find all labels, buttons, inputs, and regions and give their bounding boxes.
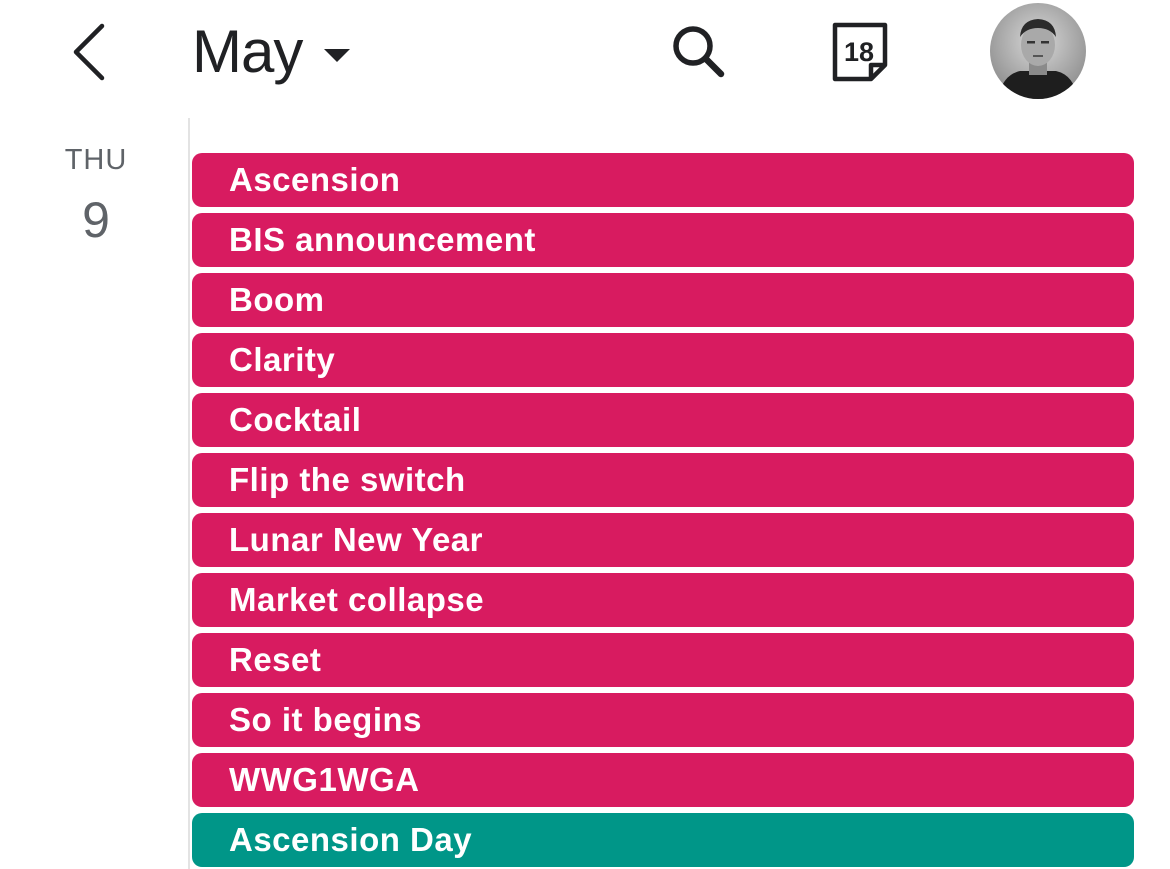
day-of-week: THU [64, 144, 128, 176]
event-chip[interactable]: WWG1WGA [192, 753, 1134, 807]
event-chip[interactable]: Boom [192, 273, 1134, 327]
event-chip[interactable]: So it begins [192, 693, 1134, 747]
calendar-screen: May 18 THU 9 Ascension BIS announcement … [0, 0, 1170, 869]
chevron-left-icon [73, 23, 105, 81]
event-chip[interactable]: Ascension Day [192, 813, 1134, 867]
calendar-today-icon: 18 [832, 22, 888, 82]
event-chip[interactable]: Flip the switch [192, 453, 1134, 507]
event-title: BIS announcement [229, 221, 536, 258]
caret-down-icon [324, 48, 351, 62]
event-title: So it begins [229, 701, 423, 738]
event-list: Ascension BIS announcement Boom Clarity … [192, 153, 1134, 869]
event-title: Ascension Day [229, 821, 473, 858]
app-header: May 18 [0, 0, 1170, 110]
back-button[interactable] [62, 18, 122, 86]
event-chip[interactable]: Ascension [192, 153, 1134, 207]
event-chip[interactable]: Cocktail [192, 393, 1134, 447]
user-avatar[interactable] [990, 3, 1086, 99]
month-selector[interactable]: May [192, 14, 351, 90]
jump-to-today-button[interactable]: 18 [826, 18, 894, 86]
search-icon [673, 26, 725, 78]
event-title: Ascension [229, 161, 401, 198]
event-chip[interactable]: Reset [192, 633, 1134, 687]
avatar-icon [990, 3, 1086, 99]
today-number: 18 [844, 37, 874, 67]
event-title: Cocktail [229, 401, 362, 438]
event-title: WWG1WGA [229, 761, 420, 798]
event-title: Lunar New Year [229, 521, 484, 558]
event-chip[interactable]: Clarity [192, 333, 1134, 387]
event-title: Market collapse [229, 581, 485, 618]
event-title: Boom [229, 281, 325, 318]
event-chip[interactable]: BIS announcement [192, 213, 1134, 267]
event-chip[interactable]: Lunar New Year [192, 513, 1134, 567]
search-button[interactable] [666, 20, 730, 84]
event-title: Clarity [229, 341, 336, 378]
event-chip[interactable]: Market collapse [192, 573, 1134, 627]
day-divider [188, 118, 190, 869]
event-title: Reset [229, 641, 322, 678]
month-label: May [192, 18, 303, 85]
day-number: 9 [82, 192, 110, 248]
day-header: THU 9 [40, 140, 152, 250]
event-title: Flip the switch [229, 461, 466, 498]
